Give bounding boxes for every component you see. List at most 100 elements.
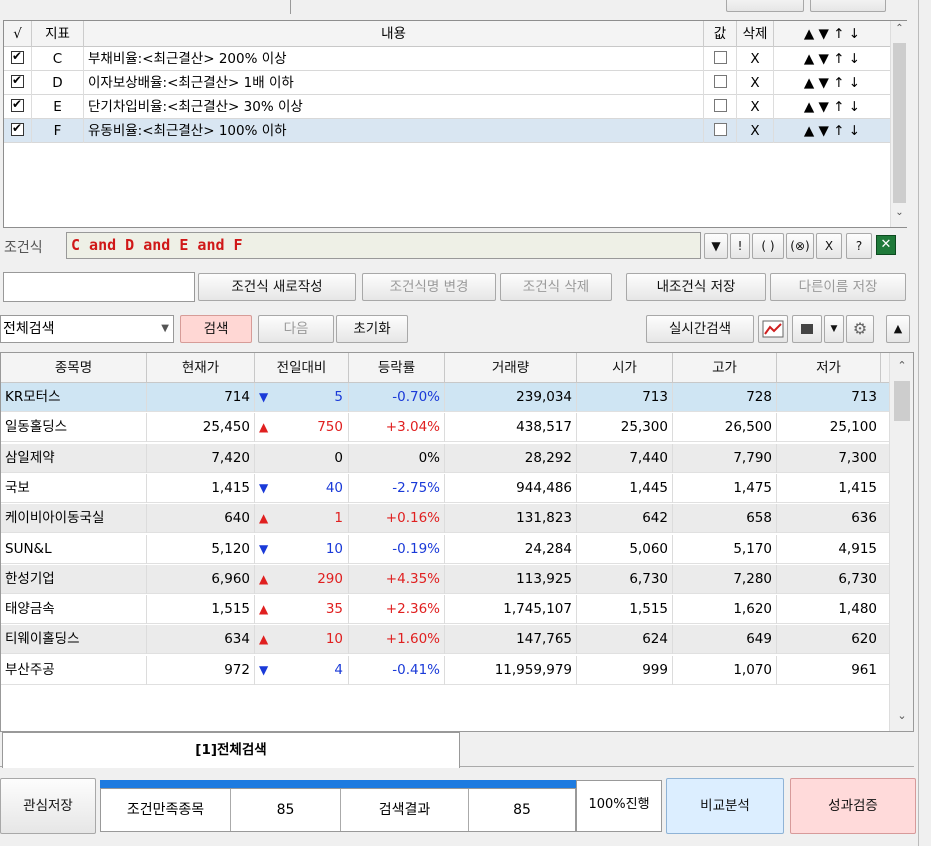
condition-move-buttons[interactable]: ▲ ▼ ↑ ↓ (774, 47, 890, 71)
condition-move-buttons[interactable]: ▲ ▼ ↑ ↓ (774, 95, 890, 119)
top-button-left[interactable] (726, 0, 804, 12)
change-cell: ▲ 35 (255, 595, 349, 625)
condition-row[interactable]: E 단기차입비율:<최근결산> 30% 이상 X ▲ ▼ ↑ ↓ (4, 95, 890, 119)
table-row[interactable]: 부산주공 972 ▼ 4 -0.41% 11,959,979 999 1,070… (1, 655, 889, 685)
search-scope-select[interactable]: 전체검색 ▼ (0, 315, 174, 343)
gear-icon[interactable]: ⚙ (846, 315, 874, 343)
condition-delete-button[interactable]: X (737, 71, 774, 95)
rename-formula-button[interactable]: 조건식명 변경 (362, 273, 496, 301)
results-header-cell[interactable]: 시가 (577, 353, 673, 383)
formula-not-button[interactable]: ! (730, 233, 750, 259)
results-header-cell[interactable]: 저가 (777, 353, 881, 383)
new-formula-button[interactable]: 조건식 새로작성 (198, 273, 356, 301)
table-row[interactable]: 태양금속 1,515 ▲ 35 +2.36% 1,745,107 1,515 1… (1, 595, 889, 625)
stock-name[interactable]: 부산주공 (1, 655, 147, 685)
results-header-cell[interactable]: 현재가 (147, 353, 255, 383)
condition-value-checkbox[interactable] (704, 47, 737, 71)
formula-clear-button[interactable]: X (816, 233, 842, 259)
stock-name[interactable]: 국보 (1, 473, 147, 503)
delete-formula-button[interactable]: 조건식 삭제 (500, 273, 612, 301)
table-row[interactable]: 일동홀딩스 25,450 ▲ 750 +3.04% 438,517 25,300… (1, 413, 889, 443)
formula-paren-button[interactable]: ( ) (752, 233, 784, 259)
formula-xor-button[interactable]: (⊗) (786, 233, 814, 259)
low-price: 713 (851, 389, 877, 405)
stock-name[interactable]: KR모터스 (1, 383, 147, 412)
stop-icon[interactable] (792, 315, 822, 343)
excel-icon[interactable]: ✕ (876, 235, 896, 255)
results-scrollbar[interactable]: ⌃ ⌄ (889, 353, 913, 731)
chart-icon[interactable] (758, 315, 788, 343)
change-rate: 0% (349, 443, 445, 473)
condition-value-checkbox[interactable] (704, 119, 737, 143)
scroll-thumb[interactable] (894, 381, 910, 421)
condition-row[interactable]: F 유동비율:<최근결산> 100% 이하 X ▲ ▼ ↑ ↓ (4, 119, 890, 143)
search-button[interactable]: 검색 (180, 315, 252, 343)
condition-checkbox[interactable] (4, 119, 32, 143)
compare-analysis-button[interactable]: 비교분석 (666, 778, 784, 834)
condition-index: C (32, 47, 84, 71)
condition-checkbox[interactable] (4, 71, 32, 95)
low-price: 4,915 (838, 540, 877, 557)
dropdown-icon[interactable]: ▼ (824, 315, 844, 343)
table-row[interactable]: 한성기업 6,960 ▲ 290 +4.35% 113,925 6,730 7,… (1, 564, 889, 594)
top-button-right[interactable] (810, 0, 886, 12)
formula-help-button[interactable]: ? (846, 233, 872, 259)
table-row[interactable]: KR모터스 714 ▼ 5 -0.70% 239,034 713 728 713 (1, 383, 889, 412)
low-price: 6,730 (838, 570, 877, 587)
save-as-button[interactable]: 다른이름 저장 (770, 273, 906, 301)
scroll-down-icon[interactable]: ⌄ (891, 207, 908, 218)
stock-name[interactable]: 태양금속 (1, 595, 147, 625)
condition-index: F (32, 119, 84, 143)
results-header-cell[interactable]: 고가 (673, 353, 777, 383)
results-header-cell[interactable]: 전일대비 (255, 353, 349, 383)
table-row[interactable]: 삼일제약 7,420 0 0% 28,292 7,440 7,790 7,300 (1, 443, 889, 473)
high-price: 5,170 (673, 534, 777, 564)
collapse-up-icon[interactable]: ▲ (886, 315, 910, 343)
table-row[interactable]: 국보 1,415 ▼ 40 -2.75% 944,486 1,445 1,475… (1, 473, 889, 503)
stock-name[interactable]: 티웨이홀딩스 (1, 625, 147, 655)
condition-checkbox[interactable] (4, 95, 32, 119)
stock-name[interactable]: 한성기업 (1, 564, 147, 594)
condition-move-buttons[interactable]: ▲ ▼ ↑ ↓ (774, 71, 890, 95)
condition-content[interactable]: 단기차입비율:<최근결산> 30% 이상 (84, 95, 704, 119)
table-row[interactable]: 티웨이홀딩스 634 ▲ 10 +1.60% 147,765 624 649 6… (1, 625, 889, 655)
tab-all-search[interactable]: [1]전체검색 (2, 732, 460, 768)
condition-name-input[interactable] (3, 272, 195, 302)
condition-checkbox[interactable] (4, 47, 32, 71)
reset-button[interactable]: 초기화 (336, 315, 408, 343)
condition-delete-button[interactable]: X (737, 47, 774, 71)
condition-scrollbar[interactable]: ⌃ ⌄ (890, 21, 907, 227)
next-button[interactable]: 다음 (258, 315, 334, 343)
scroll-up-icon[interactable]: ⌃ (890, 359, 913, 372)
stock-name[interactable]: 삼일제약 (1, 443, 147, 473)
results-header-cell[interactable]: 거래량 (445, 353, 577, 383)
condition-row[interactable]: D 이자보상배율:<최근결산> 1배 이하 X ▲ ▼ ↑ ↓ (4, 71, 890, 95)
condition-delete-button[interactable]: X (737, 119, 774, 143)
table-row[interactable]: 케이비아이동국실 640 ▲ 1 +0.16% 131,823 642 658 … (1, 504, 889, 534)
stock-name[interactable]: 케이비아이동국실 (1, 504, 147, 534)
open-price: 5,060 (577, 534, 673, 564)
save-watchlist-button[interactable]: 관심저장 (0, 778, 96, 834)
scroll-down-icon[interactable]: ⌄ (890, 709, 913, 722)
change-cell: ▼ 40 (255, 473, 349, 503)
scroll-up-icon[interactable]: ⌃ (891, 23, 908, 34)
save-formula-button[interactable]: 내조건식 저장 (626, 273, 766, 301)
condition-move-buttons[interactable]: ▲ ▼ ↑ ↓ (774, 119, 890, 143)
condition-delete-button[interactable]: X (737, 95, 774, 119)
condition-row[interactable]: C 부채비율:<최근결산> 200% 이상 X ▲ ▼ ↑ ↓ (4, 47, 890, 71)
formula-input[interactable]: C and D and E and F (66, 232, 701, 259)
results-header-cell[interactable]: 등락률 (349, 353, 445, 383)
condition-value-checkbox[interactable] (704, 95, 737, 119)
results-header-cell[interactable]: 종목명 (1, 353, 147, 383)
formula-dropdown-button[interactable]: ▼ (704, 233, 728, 259)
stock-name[interactable]: 일동홀딩스 (1, 413, 147, 443)
realtime-search-button[interactable]: 실시간검색 (646, 315, 754, 343)
condition-content[interactable]: 이자보상배율:<최근결산> 1배 이하 (84, 71, 704, 95)
condition-value-checkbox[interactable] (704, 71, 737, 95)
condition-content[interactable]: 부채비율:<최근결산> 200% 이상 (84, 47, 704, 71)
table-row[interactable]: SUN&L 5,120 ▼ 10 -0.19% 24,284 5,060 5,1… (1, 534, 889, 564)
stock-name[interactable]: SUN&L (1, 534, 147, 564)
condition-content[interactable]: 유동비율:<최근결산> 100% 이하 (84, 119, 704, 143)
scroll-thumb[interactable] (893, 43, 906, 203)
performance-verify-button[interactable]: 성과검증 (790, 778, 916, 834)
